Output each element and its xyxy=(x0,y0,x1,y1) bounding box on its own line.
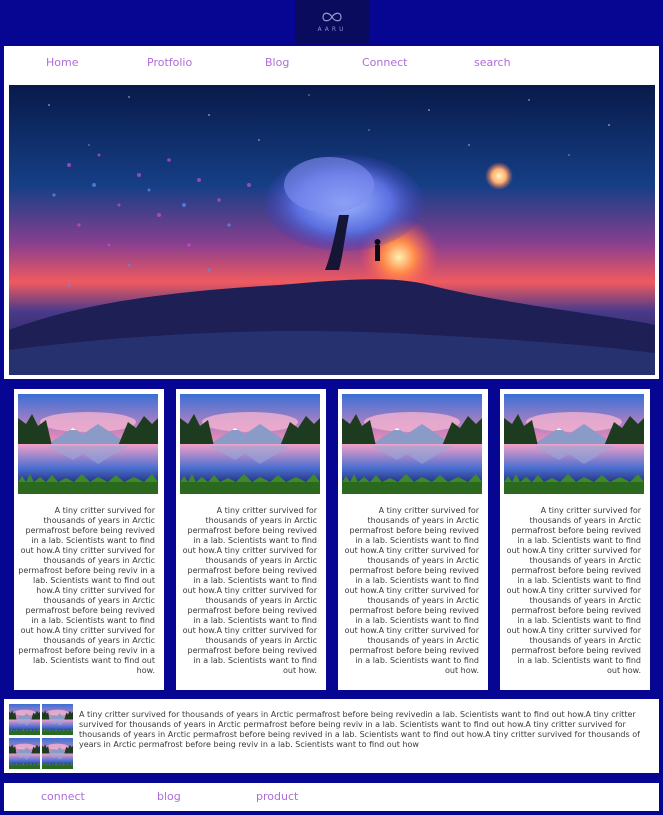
lake-thumbnail xyxy=(9,704,40,735)
logo-text: AARU xyxy=(317,26,347,33)
card-text: A tiny critter survived for thousands of… xyxy=(182,506,317,675)
card-text: A tiny critter survived for thousands of… xyxy=(506,506,641,675)
infinity-logo-icon xyxy=(322,12,342,22)
lake-thumbnail xyxy=(42,738,73,769)
lake-image xyxy=(180,394,320,494)
logo[interactable]: AARU xyxy=(295,0,369,44)
nav-home-link[interactable]: Home xyxy=(46,56,78,69)
card-text: A tiny critter survived for thousands of… xyxy=(344,506,479,675)
hero-image xyxy=(9,85,655,375)
nav-connect-link[interactable]: Connect xyxy=(362,56,407,69)
top-navigation: Home Protfolio Blog Connect search xyxy=(4,46,659,83)
footer-blog-link[interactable]: blog xyxy=(157,790,181,803)
lake-image xyxy=(342,394,482,494)
nav-portfolio-link[interactable]: Protfolio xyxy=(147,56,192,69)
article-card: A tiny critter survived for thousands of… xyxy=(176,389,326,690)
footer-navigation: connect blog product xyxy=(4,783,659,811)
lake-image xyxy=(18,394,158,494)
card-text: A tiny critter survived for thousands of… xyxy=(18,506,155,675)
lake-thumbnail xyxy=(42,704,73,735)
lake-thumbnail xyxy=(9,738,40,769)
nav-blog-link[interactable]: Blog xyxy=(265,56,289,69)
hero-banner xyxy=(4,82,659,379)
summary-strip: A tiny critter survived for thousands of… xyxy=(4,699,659,773)
summary-text: A tiny critter survived for thousands of… xyxy=(79,710,640,749)
lake-image xyxy=(504,394,644,494)
article-card: A tiny critter survived for thousands of… xyxy=(500,389,650,690)
nav-search-link[interactable]: search xyxy=(474,56,511,69)
article-card: A tiny critter survived for thousands of… xyxy=(338,389,488,690)
footer-product-link[interactable]: product xyxy=(256,790,298,803)
footer-connect-link[interactable]: connect xyxy=(41,790,85,803)
thumbnail-grid xyxy=(9,704,73,769)
article-card: A tiny critter survived for thousands of… xyxy=(14,389,164,690)
